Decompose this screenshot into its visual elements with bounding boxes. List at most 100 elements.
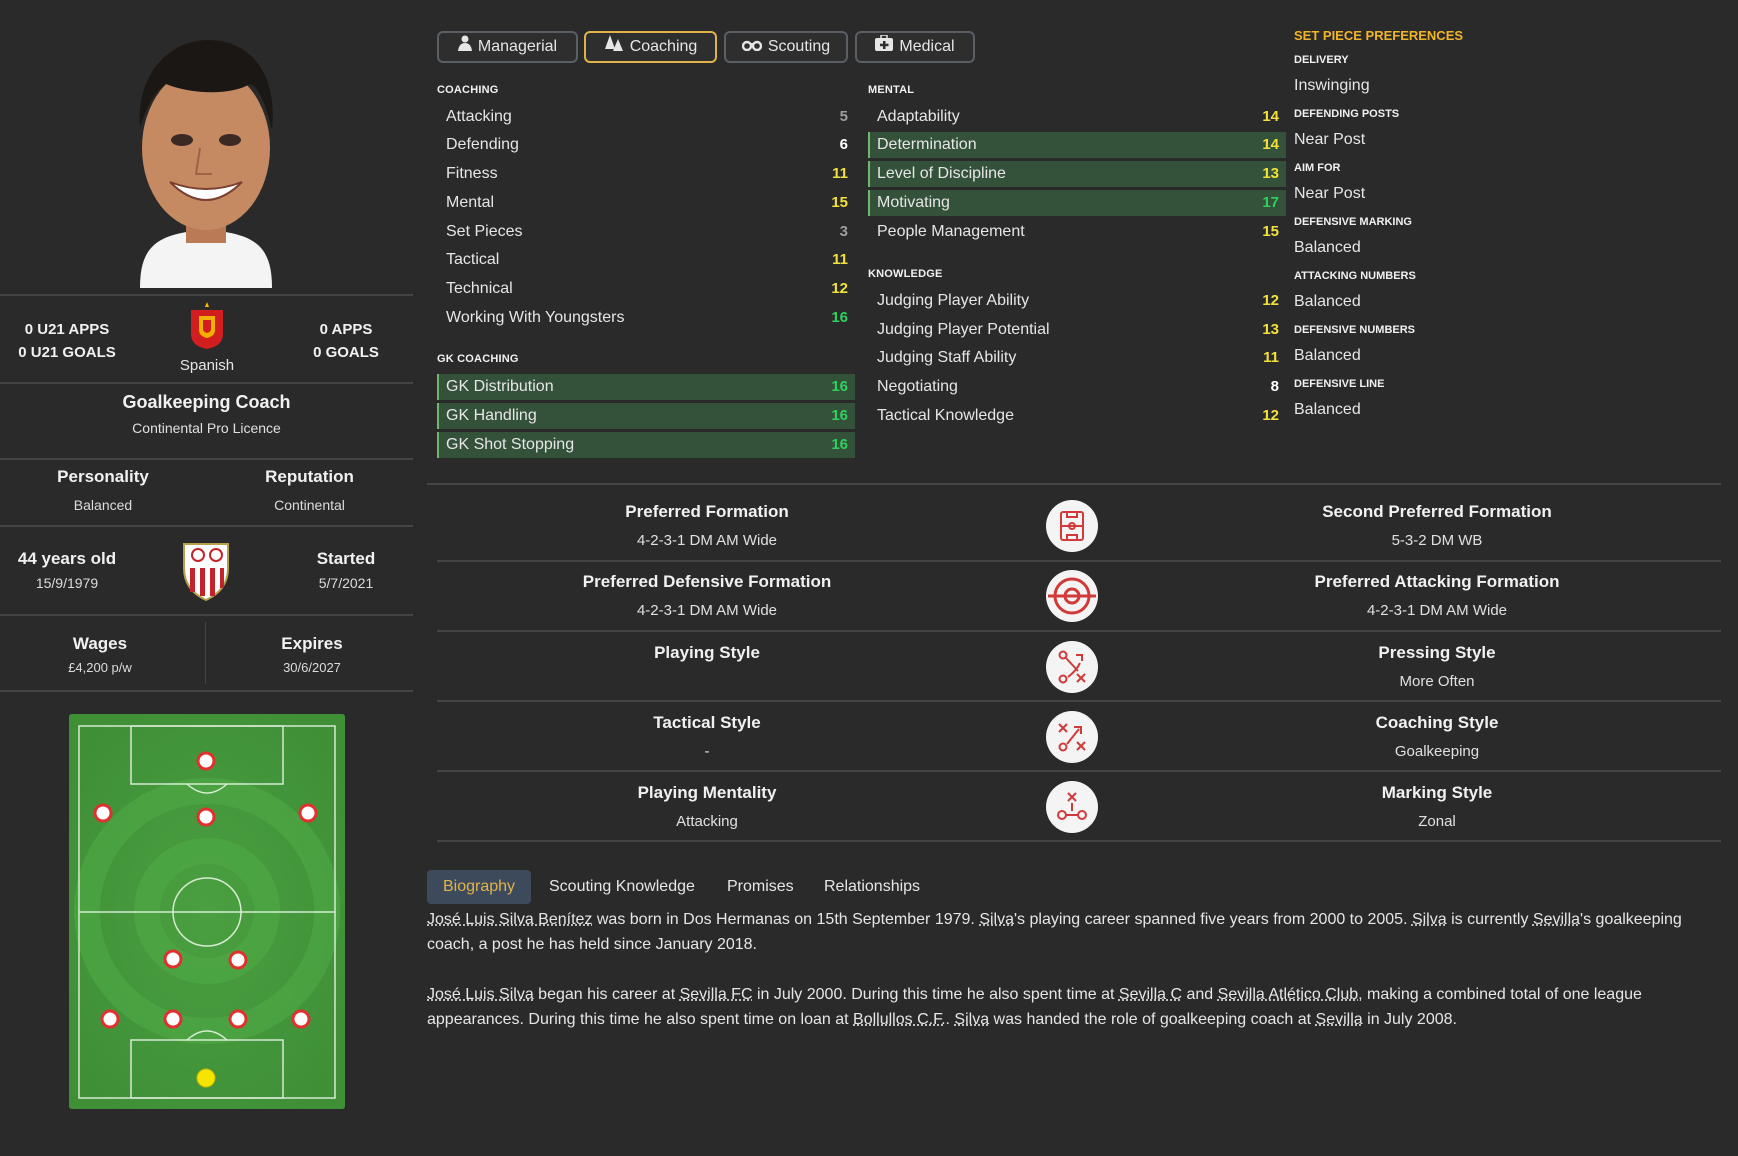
profile-panel: 0 U21 APPS 0 U21 GOALS Spanish 0 APPS 0 … — [0, 0, 413, 1156]
personality-label: Personality — [57, 467, 149, 486]
attr-value: 12 — [831, 280, 848, 297]
defensive-formation-value[interactable]: 4-2-3-1 DM AM Wide — [507, 602, 907, 619]
attr-negotiating[interactable]: Negotiating 8 — [868, 374, 1286, 400]
bio-link[interactable]: Bollullos C.F. — [853, 1011, 945, 1028]
tab-medical-label: Medical — [899, 38, 955, 56]
attr-value: 11 — [832, 165, 848, 182]
tab-medical[interactable]: Medical — [855, 31, 975, 63]
tab-scouting[interactable]: Scouting — [724, 31, 848, 63]
attacking-formation-value[interactable]: 4-2-3-1 DM AM Wide — [1237, 602, 1637, 619]
attr-label: Working With Youngsters — [446, 309, 625, 326]
attr-attacking[interactable]: Attacking 5 — [437, 104, 855, 130]
attr-people-management[interactable]: People Management 15 — [868, 219, 1286, 245]
bio-link[interactable]: Silva — [954, 1011, 989, 1028]
tab-coaching[interactable]: Coaching — [584, 31, 717, 63]
attr-mental[interactable]: Mental 15 — [437, 190, 855, 216]
divider — [437, 700, 1721, 702]
set-piece-value[interactable]: Near Post — [1294, 185, 1365, 203]
club-crest-icon[interactable] — [178, 538, 234, 604]
bio-link[interactable]: Silva — [979, 911, 1014, 928]
attr-value: 15 — [1262, 223, 1279, 240]
bio-link[interactable]: Sevilla — [1533, 911, 1580, 928]
wages-block[interactable]: Wages £4,200 p/w — [0, 634, 200, 675]
attr-value: 15 — [831, 194, 848, 211]
divider — [437, 630, 1721, 632]
formation-pitch[interactable] — [69, 714, 345, 1109]
playing-mentality-value[interactable]: Attacking — [507, 813, 907, 830]
nationality[interactable]: Spanish — [155, 300, 259, 374]
attr-judging-staff-ability[interactable]: Judging Staff Ability 11 — [868, 345, 1286, 371]
tab-promises[interactable]: Promises — [711, 870, 810, 904]
set-piece-value[interactable]: Balanced — [1294, 293, 1361, 311]
tab-managerial[interactable]: Managerial — [437, 31, 578, 63]
attr-gk-distribution[interactable]: GK Distribution 16 — [437, 374, 855, 400]
attr-value: 14 — [1262, 108, 1279, 125]
nationality-label: Spanish — [179, 357, 235, 374]
expires-block[interactable]: Expires 30/6/2027 — [212, 634, 412, 675]
personality-block[interactable]: Personality Balanced — [0, 467, 206, 513]
attr-determination[interactable]: Determination 14 — [868, 132, 1286, 158]
attr-value: 16 — [831, 378, 848, 395]
set-piece-label: DELIVERY — [1294, 54, 1349, 66]
attr-tactical[interactable]: Tactical 11 — [437, 247, 855, 273]
marking-style-label: Marking Style — [1381, 783, 1493, 802]
coaching-style-label: Coaching Style — [1375, 713, 1499, 732]
tactics-board-icon — [1046, 711, 1098, 763]
tactical-style-value[interactable]: - — [507, 743, 907, 760]
set-piece-label: DEFENDING POSTS — [1294, 108, 1400, 120]
attr-set-pieces[interactable]: Set Pieces 3 — [437, 219, 855, 245]
attr-label: GK Handling — [446, 407, 537, 424]
attr-value: 5 — [839, 108, 848, 125]
attr-adaptability[interactable]: Adaptability 14 — [868, 104, 1286, 130]
reputation-block[interactable]: Reputation Continental — [206, 467, 413, 513]
attr-gk-handling[interactable]: GK Handling 16 — [437, 403, 855, 429]
coaching-style-value[interactable]: Goalkeeping — [1237, 743, 1637, 760]
cones-icon — [604, 33, 624, 61]
marking-style-value[interactable]: Zonal — [1237, 813, 1637, 830]
bio-link[interactable]: Sevilla Atlético Club — [1218, 986, 1359, 1003]
attr-judging-player-ability[interactable]: Judging Player Ability 12 — [868, 288, 1286, 314]
set-piece-value[interactable]: Near Post — [1294, 131, 1365, 149]
playing-mentality-label: Playing Mentality — [637, 783, 777, 802]
bio-link[interactable]: Sevilla FC — [680, 986, 753, 1003]
bio-text: 's playing career spanned five years fro… — [1014, 911, 1412, 928]
started-block: Started 5/7/2021 — [279, 549, 413, 591]
set-piece-value[interactable]: Inswinging — [1294, 77, 1370, 95]
expires-label: Expires — [281, 634, 343, 653]
expires-value: 30/6/2027 — [283, 660, 341, 675]
bio-link[interactable]: Sevilla — [1316, 1011, 1363, 1028]
set-piece-title: SET PIECE PREFERENCES — [1294, 28, 1464, 43]
set-piece-value[interactable]: Balanced — [1294, 401, 1361, 419]
reputation-value: Continental — [274, 497, 345, 513]
bio-link[interactable]: Silva — [1412, 911, 1447, 928]
attr-value: 12 — [1262, 292, 1279, 309]
bio-link[interactable]: Sevilla C — [1119, 986, 1182, 1003]
attr-judging-player-potential[interactable]: Judging Player Potential 13 — [868, 317, 1286, 343]
attr-label: Adaptability — [877, 108, 960, 125]
bio-link[interactable]: José Luis Silva Benítez — [427, 911, 592, 928]
attr-label: Judging Player Ability — [877, 292, 1030, 309]
attr-label: Motivating — [877, 194, 950, 211]
attr-fitness[interactable]: Fitness 11 — [437, 161, 855, 187]
preferred-formation-value[interactable]: 4-2-3-1 DM AM Wide — [507, 532, 907, 549]
tab-coaching-label: Coaching — [629, 38, 698, 56]
attr-defending[interactable]: Defending 6 — [437, 132, 855, 158]
set-piece-value[interactable]: Balanced — [1294, 347, 1361, 365]
second-formation-value[interactable]: 5-3-2 DM WB — [1237, 532, 1637, 549]
attr-tactical-knowledge[interactable]: Tactical Knowledge 12 — [868, 403, 1286, 429]
attr-value: 8 — [1270, 378, 1279, 395]
tab-scouting-label: Scouting — [767, 38, 831, 56]
tab-biography[interactable]: Biography — [427, 870, 532, 904]
tab-relationships[interactable]: Relationships — [808, 870, 936, 904]
attr-level-of-discipline[interactable]: Level of Discipline 13 — [868, 161, 1286, 187]
attr-technical[interactable]: Technical 12 — [437, 276, 855, 302]
attr-motivating[interactable]: Motivating 17 — [868, 190, 1286, 216]
attr-value: 11 — [1263, 349, 1279, 366]
bio-link[interactable]: José Luis Silva — [427, 986, 534, 1003]
attr-gk-shot-stopping[interactable]: GK Shot Stopping 16 — [437, 432, 855, 458]
pressing-style-value[interactable]: More Often — [1237, 673, 1637, 690]
tab-scouting-knowledge[interactable]: Scouting Knowledge — [533, 870, 711, 904]
attr-working-with-youngsters[interactable]: Working With Youngsters 16 — [437, 305, 855, 331]
pressing-style-label: Pressing Style — [1378, 643, 1496, 662]
set-piece-value[interactable]: Balanced — [1294, 239, 1361, 257]
